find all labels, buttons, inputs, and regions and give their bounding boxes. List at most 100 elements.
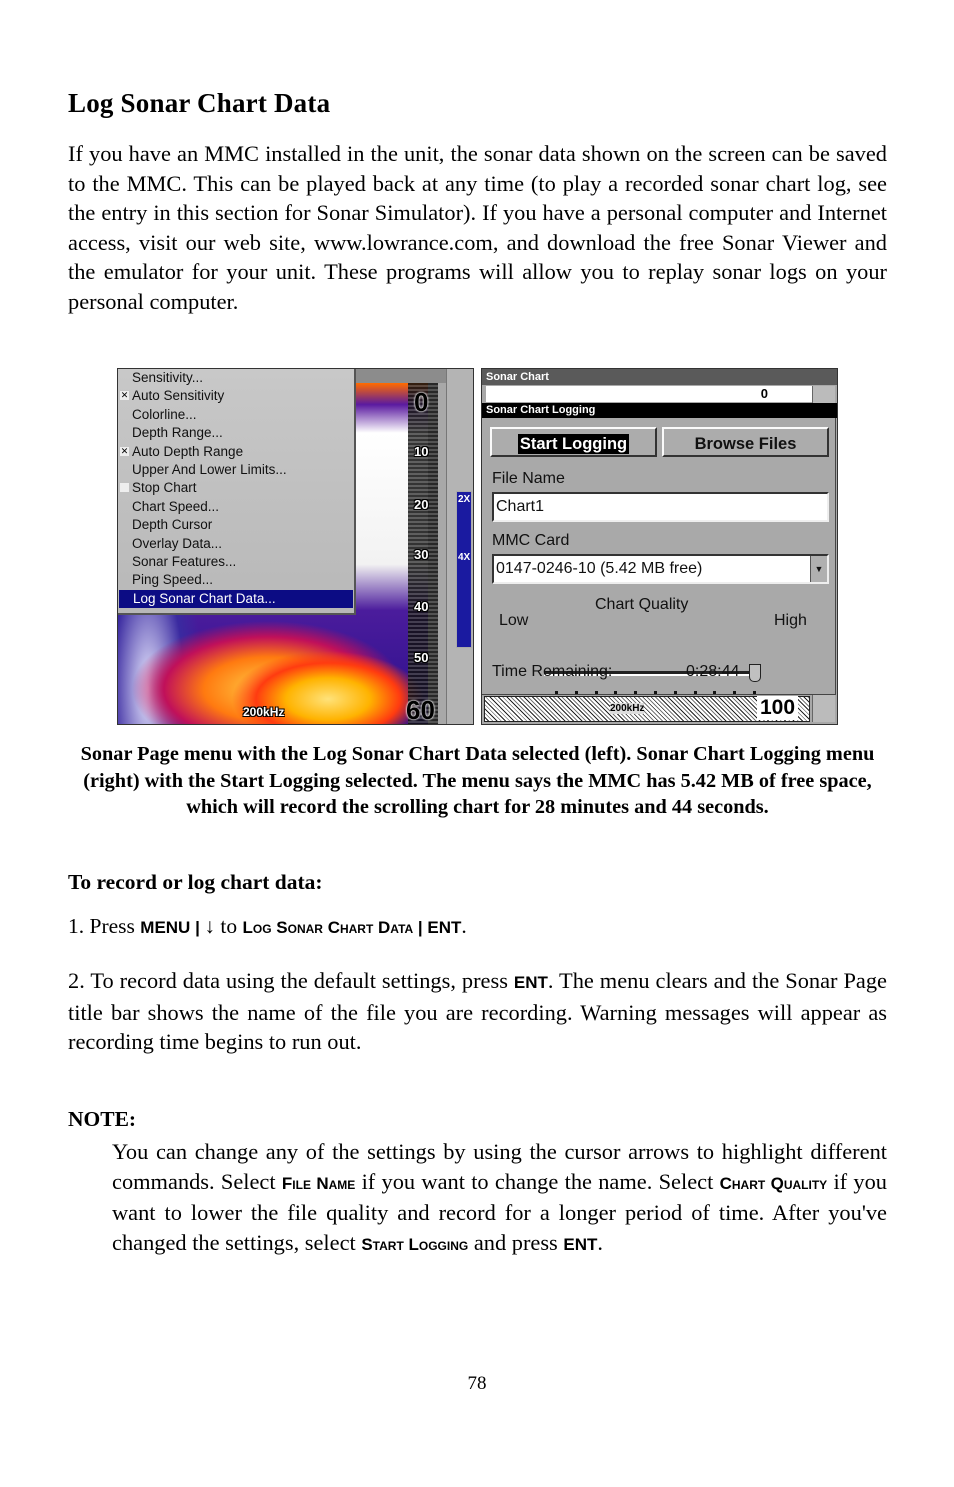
note-heading: NOTE: bbox=[68, 1107, 137, 1131]
step-1-mid: to bbox=[215, 914, 243, 938]
slider-tick bbox=[713, 691, 717, 694]
menu-item-label: Colorline... bbox=[132, 406, 197, 422]
background-chart-strip: 0 bbox=[486, 386, 816, 402]
log-sonar-chart-data-command: Log Sonar Chart Data bbox=[242, 918, 414, 937]
browse-files-label: Browse Files bbox=[694, 435, 797, 453]
note-body: You can change any of the settings by us… bbox=[112, 1137, 887, 1259]
slider-tick bbox=[574, 691, 578, 694]
menu-item[interactable]: Sonar Features... bbox=[118, 553, 354, 571]
dialog-title-bar: Sonar Chart Logging bbox=[482, 403, 837, 418]
menu-item-label: Auto Sensitivity bbox=[132, 388, 225, 404]
step-1-prefix: 1. Press bbox=[68, 914, 141, 938]
menu-item[interactable]: ✕ Auto Sensitivity bbox=[118, 387, 354, 405]
mmc-card-value: 0147-0246-10 (5.42 MB free) bbox=[496, 560, 703, 577]
slider-tick bbox=[634, 691, 638, 694]
intro-text: If you have an MMC installed in the unit… bbox=[68, 141, 887, 314]
window-title-bar: Sonar Chart bbox=[482, 369, 837, 385]
slider-tick bbox=[673, 691, 677, 694]
slider-tick bbox=[555, 691, 558, 694]
depth-label-40: 40 bbox=[414, 599, 429, 614]
step-1: 1. Press MENU | ↓ to Log Sonar Chart Dat… bbox=[68, 914, 467, 939]
mmc-card-dropdown[interactable]: 0147-0246-10 (5.42 MB free) ▼ bbox=[492, 554, 829, 584]
file-name-command: File Name bbox=[281, 1173, 356, 1193]
menu-item-label: Sonar Features... bbox=[132, 553, 237, 569]
menu-item-label: Ping Speed... bbox=[132, 572, 214, 588]
slider-tick bbox=[733, 691, 737, 694]
menu-item[interactable]: Upper And Lower Limits... bbox=[118, 461, 354, 479]
mmc-card-label: MMC Card bbox=[492, 532, 570, 549]
step-1-suffix: . bbox=[461, 914, 467, 938]
slider-tick bbox=[654, 691, 657, 694]
note-text: . bbox=[597, 1229, 603, 1255]
note-text: if you want to change the name. Select bbox=[355, 1168, 720, 1194]
menu-item[interactable]: Depth Cursor bbox=[118, 516, 354, 534]
zoom-bar[interactable] bbox=[456, 491, 472, 648]
separator: | bbox=[413, 918, 428, 937]
depth-bottom-label: 100 bbox=[757, 696, 799, 720]
menu-item-label: Depth Range... bbox=[132, 425, 223, 441]
step-2: 2. To record data using the default sett… bbox=[68, 966, 887, 1057]
separator: | bbox=[190, 918, 205, 937]
ent-key: ENT bbox=[563, 1234, 598, 1254]
checkbox-checked-icon[interactable]: ✕ bbox=[120, 446, 129, 456]
depth-label-60: 60 bbox=[406, 695, 435, 725]
menu-item[interactable]: Colorline... bbox=[118, 406, 354, 424]
start-logging-label: Start Logging bbox=[517, 434, 630, 454]
sonar-page-menu-screenshot: 0 10 20 30 40 50 60 2X 4X 200kHz Sensiti… bbox=[117, 368, 474, 725]
zoom-label-4x: 4X bbox=[458, 552, 471, 563]
note-text: and press bbox=[468, 1229, 564, 1255]
time-remaining-value: 0:28:44 bbox=[686, 663, 740, 680]
down-arrow-icon: ↓ bbox=[204, 915, 216, 938]
menu-item[interactable]: Chart Speed... bbox=[118, 498, 354, 516]
menu-item[interactable]: Stop Chart bbox=[118, 479, 354, 497]
menu-item[interactable]: Ping Speed... bbox=[118, 571, 354, 589]
menu-item[interactable]: Sensitivity... bbox=[118, 369, 354, 387]
menu-item-label: Stop Chart bbox=[132, 480, 197, 496]
sonar-page-menu: Sensitivity... ✕ Auto Sensitivity Colorline… bbox=[118, 369, 356, 615]
slider-tick bbox=[614, 691, 618, 694]
chart-quality-command: Chart Quality bbox=[719, 1173, 828, 1193]
menu-item[interactable]: ✕ Auto Depth Range bbox=[118, 443, 354, 461]
step-2-prefix: 2. To record data using the default sett… bbox=[68, 968, 514, 993]
slider-tick bbox=[594, 691, 598, 694]
file-name-label: File Name bbox=[492, 470, 565, 487]
menu-item-label: Chart Speed... bbox=[132, 498, 220, 514]
start-logging-command: Start Logging bbox=[361, 1234, 469, 1254]
depth-label-30: 30 bbox=[414, 547, 429, 562]
intro-paragraph: If you have an MMC installed in the unit… bbox=[68, 139, 887, 317]
figure-caption: Sonar Page menu with the Log Sonar Chart… bbox=[80, 743, 875, 818]
menu-item-label: Upper And Lower Limits... bbox=[132, 461, 287, 477]
menu-item-label: Log Sonar Chart Data... bbox=[133, 590, 276, 606]
checkbox-unchecked-icon[interactable] bbox=[120, 483, 129, 493]
menu-item-label: Depth Cursor bbox=[132, 517, 213, 533]
zoom-label-2x: 2X bbox=[458, 494, 471, 505]
procedure-heading: To record or log chart data: bbox=[68, 870, 323, 894]
checkbox-checked-icon[interactable]: ✕ bbox=[120, 391, 129, 401]
menu-item-label: Auto Depth Range bbox=[132, 443, 244, 459]
background-depth-label: 0 bbox=[760, 386, 768, 401]
chart-quality-label: Chart Quality bbox=[595, 596, 689, 613]
file-name-field[interactable]: Chart1 bbox=[492, 492, 829, 522]
menu-item[interactable]: Overlay Data... bbox=[118, 535, 354, 553]
browse-files-button[interactable]: Browse Files bbox=[662, 427, 829, 457]
depth-label-50: 50 bbox=[414, 650, 429, 665]
menu-item-label: Overlay Data... bbox=[132, 535, 223, 551]
depth-label-0: 0 bbox=[414, 387, 429, 417]
frequency-label: 200kHz bbox=[243, 705, 285, 719]
slider-tick bbox=[753, 691, 756, 694]
menu-item[interactable]: Depth Range... bbox=[118, 424, 354, 442]
page-title: Log Sonar Chart Data bbox=[68, 88, 331, 118]
menu-item[interactable]: Log Sonar Chart Data... bbox=[119, 589, 353, 609]
sonar-chart-logging-screenshot: Sonar Chart 0 Sonar Chart Logging Start … bbox=[481, 368, 838, 725]
slider-tick bbox=[693, 691, 697, 694]
chevron-down-icon[interactable]: ▼ bbox=[810, 556, 827, 582]
quality-high-label: High bbox=[774, 612, 807, 629]
start-logging-button[interactable]: Start Logging bbox=[490, 427, 657, 457]
depth-label-20: 20 bbox=[414, 497, 429, 512]
quality-low-label: Low bbox=[499, 612, 529, 629]
depth-label-10: 10 bbox=[414, 444, 429, 459]
file-name-value: Chart1 bbox=[496, 498, 545, 515]
ent-key: ENT bbox=[427, 918, 462, 937]
slider-thumb[interactable] bbox=[749, 664, 761, 682]
sonar-chart-logging-dialog: Start Logging Browse Files File Name Cha… bbox=[482, 418, 836, 695]
